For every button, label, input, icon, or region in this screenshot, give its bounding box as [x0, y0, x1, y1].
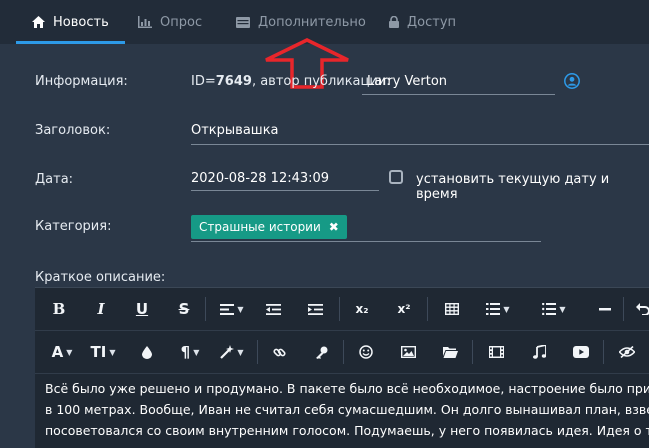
toolbar-row-1: B I U S ▼ x₂ x² ▼ ▼	[35, 288, 649, 330]
strikethrough-button[interactable]: S	[174, 288, 194, 330]
tab-access-label: Доступ	[407, 14, 457, 30]
magic-format-button[interactable]: ▼	[217, 331, 247, 373]
indent-decrease-icon	[265, 303, 281, 315]
paragraph-button[interactable]: ¶ ▼	[175, 331, 205, 373]
info-text: ID=7649, автор публикации:	[191, 74, 391, 89]
superscript-button[interactable]: x²	[394, 288, 414, 330]
paragraph-button-label: ¶	[180, 343, 191, 361]
toolbar-separator	[205, 297, 206, 321]
font-size-button-label: TI	[90, 343, 107, 361]
date-input-underline	[191, 190, 379, 191]
align-button[interactable]: ▼	[217, 288, 247, 330]
video-button[interactable]	[486, 331, 506, 373]
toolbar-separator	[427, 297, 428, 321]
smile-icon	[359, 345, 373, 359]
underline-button[interactable]: U	[132, 288, 152, 330]
editor-text-line: Всё было уже решено и продумано. В пакет…	[45, 381, 649, 396]
editor-content[interactable]: Всё было уже решено и продумано. В пакет…	[35, 373, 649, 445]
font-size-button[interactable]: TI ▼	[87, 331, 119, 373]
toolbar-separator	[623, 297, 624, 321]
title-label: Заголовок:	[35, 123, 111, 138]
ordered-list-icon	[486, 303, 501, 315]
remove-tag-icon[interactable]: ✖	[329, 220, 339, 234]
color-button[interactable]	[137, 331, 157, 373]
category-input-underline	[191, 241, 541, 242]
horizontal-rule-button[interactable]	[595, 288, 615, 330]
toolbar-separator	[603, 340, 604, 364]
ordered-list-button[interactable]: ▼	[483, 288, 513, 330]
table-icon	[236, 16, 250, 28]
set-current-date-label: установить текущую дату и время	[416, 172, 610, 202]
info-label: Информация:	[35, 74, 128, 89]
tab-poll[interactable]: Опрос	[138, 0, 202, 44]
tab-news[interactable]: Новость	[16, 0, 125, 44]
audio-button[interactable]	[529, 331, 549, 373]
bar-chart-icon	[138, 16, 152, 28]
date-input[interactable]: 2020-08-28 12:43:09	[191, 171, 329, 186]
folder-icon	[442, 347, 458, 358]
link-icon	[272, 348, 286, 356]
image-button[interactable]	[398, 331, 418, 373]
editor-text-line: в 100 метрах. Вообще, Иван не считал себ…	[45, 402, 649, 417]
hide-button[interactable]	[617, 331, 637, 373]
category-label: Категория:	[35, 219, 112, 234]
youtube-icon	[573, 346, 589, 358]
bold-button[interactable]: B	[49, 288, 69, 330]
tab-poll-label: Опрос	[160, 14, 203, 30]
color-drop-icon	[142, 345, 152, 359]
eye-slash-icon	[619, 346, 635, 358]
category-tag[interactable]: Страшные истории ✖	[191, 215, 347, 239]
id-prefix: ID=	[191, 74, 216, 89]
link-button[interactable]	[269, 331, 289, 373]
lock-icon	[389, 16, 399, 28]
subscript-button[interactable]: x₂	[352, 288, 372, 330]
title-input[interactable]: Открывашка	[191, 123, 279, 138]
toolbar-separator	[472, 340, 473, 364]
id-value: 7649	[215, 74, 252, 89]
tab-access[interactable]: Доступ	[389, 0, 456, 44]
user-profile-icon[interactable]	[564, 73, 580, 89]
font-button-label: A	[51, 343, 64, 361]
key-icon	[315, 346, 327, 359]
indent-button[interactable]	[305, 288, 325, 330]
set-current-date-checkbox[interactable]	[389, 170, 403, 184]
table-button[interactable]	[442, 288, 462, 330]
indent-increase-icon	[307, 303, 323, 315]
tab-news-label: Новость	[53, 14, 109, 30]
author-field[interactable]: Larry Verton	[367, 74, 447, 89]
outdent-button[interactable]	[263, 288, 283, 330]
magic-wand-icon	[220, 345, 235, 359]
undo-button[interactable]	[633, 288, 649, 330]
table-icon	[445, 303, 459, 315]
home-icon	[32, 16, 45, 28]
tab-additional-label: Дополнительно	[258, 14, 366, 30]
undo-icon	[636, 303, 649, 315]
font-button[interactable]: A ▼	[47, 331, 77, 373]
toolbar-separator	[257, 340, 258, 364]
toolbar-separator	[339, 297, 340, 321]
unordered-list-button[interactable]: ▼	[539, 288, 569, 330]
horizontal-rule-icon	[599, 307, 611, 310]
title-input-underline	[191, 144, 649, 145]
date-label: Дата:	[35, 172, 74, 187]
toolbar-separator	[343, 340, 344, 364]
emoji-button[interactable]	[356, 331, 376, 373]
category-tag-label: Страшные истории	[199, 220, 321, 234]
align-left-icon	[220, 303, 235, 315]
author-field-underline	[362, 94, 555, 95]
rich-text-editor: B I U S ▼ x₂ x² ▼ ▼ A ▼ TI ▼ ¶ ▼ ▼ Всё б…	[35, 287, 649, 448]
film-icon	[488, 346, 504, 358]
music-icon	[532, 345, 546, 359]
file-manager-button[interactable]	[440, 331, 460, 373]
image-icon	[400, 346, 416, 358]
toolbar-row-2: A ▼ TI ▼ ¶ ▼ ▼	[35, 330, 649, 373]
unordered-list-icon	[542, 303, 557, 315]
youtube-button[interactable]	[571, 331, 591, 373]
key-button[interactable]	[311, 331, 331, 373]
italic-button[interactable]: I	[91, 288, 111, 330]
short-description-label: Краткое описание:	[35, 270, 166, 285]
